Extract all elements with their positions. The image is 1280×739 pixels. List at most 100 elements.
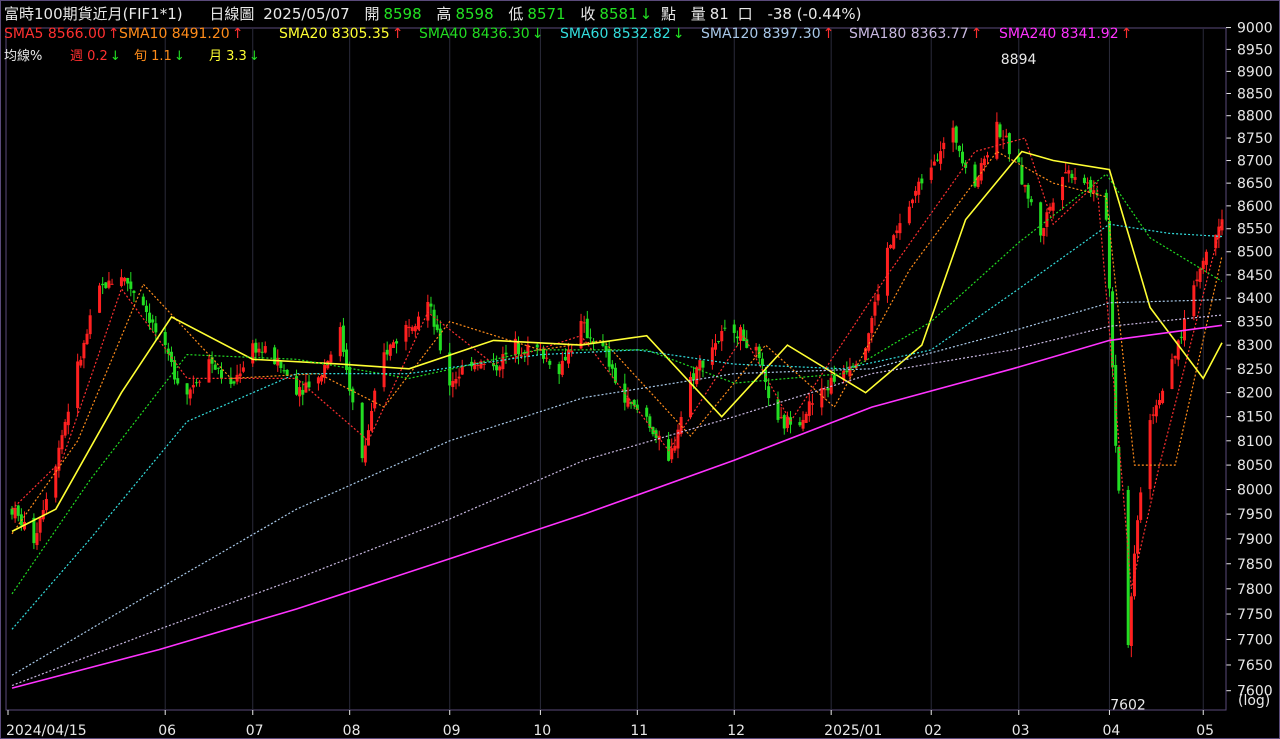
candle-body — [1170, 359, 1174, 389]
candle-body — [929, 167, 933, 180]
candle-body — [169, 351, 173, 362]
candle-body — [363, 445, 367, 463]
price-chart[interactable]: 7600765077007750780078507900795080008050… — [0, 0, 1280, 739]
candle-body — [648, 416, 652, 428]
candle-body — [1198, 268, 1202, 282]
candle-body — [38, 517, 42, 533]
candle-body — [1148, 420, 1152, 490]
candle-body — [1023, 184, 1027, 187]
candle-body — [216, 367, 220, 369]
x-tick-label: 10 — [533, 723, 551, 739]
candle-body — [451, 380, 455, 388]
candle-body — [110, 283, 114, 285]
candle-body — [163, 331, 167, 345]
candle-body — [16, 505, 20, 516]
candle-body — [810, 403, 814, 405]
candle-body — [104, 282, 108, 289]
candle-body — [739, 327, 743, 341]
candle-body — [951, 127, 955, 143]
candle-body — [498, 366, 502, 371]
candle-body — [695, 367, 699, 385]
candle-body — [1154, 405, 1158, 417]
point-label: 點 — [660, 5, 676, 23]
candle-body — [717, 341, 721, 343]
candle-body — [241, 367, 245, 372]
candle-body — [63, 421, 67, 436]
candle-body — [254, 342, 258, 353]
candle-body — [804, 413, 808, 423]
y-tick-label: 7650 — [1237, 658, 1273, 674]
candle-body — [745, 339, 749, 348]
candle-body — [279, 361, 283, 369]
y-tick-label: 9000 — [1237, 21, 1273, 37]
candle-body — [129, 281, 133, 289]
candle-body — [273, 347, 277, 365]
candle-body — [188, 389, 192, 399]
candle-body — [1017, 157, 1021, 163]
candle-body — [79, 359, 83, 366]
candle-body — [570, 350, 574, 353]
candle-body — [1086, 182, 1090, 184]
candle-body — [213, 364, 217, 370]
candle-body — [432, 309, 436, 327]
candle-body — [1173, 355, 1177, 359]
y-tick-label: 8200 — [1237, 386, 1273, 402]
candle-body — [760, 358, 764, 366]
candle-body — [1179, 336, 1183, 338]
candle-body — [144, 305, 148, 313]
candle-body — [1026, 184, 1030, 199]
close-value: 8581 — [599, 5, 652, 23]
candle-body — [454, 379, 458, 384]
candle-body — [1126, 489, 1130, 646]
quote-header: 富時100期貨近月(FIF1*1) 日線圖 2025/05/07 開 8598 高… — [4, 3, 865, 25]
candle-body — [867, 333, 871, 351]
candle-body — [1139, 492, 1143, 520]
candle-body — [101, 283, 105, 286]
candle-body — [998, 124, 1002, 138]
candle-body — [889, 244, 893, 249]
candle-body — [870, 317, 874, 333]
sma-legend-sma60: SMA60 8532.82 — [560, 26, 684, 42]
chart-kind: 日線圖 — [209, 5, 255, 23]
x-tick-label: 06 — [158, 723, 176, 739]
candle-body — [1042, 228, 1046, 237]
sma-line-sma60 — [11, 223, 1223, 630]
candle-body — [632, 399, 636, 406]
candlestick-series — [10, 112, 1224, 658]
candle-body — [176, 378, 180, 384]
candle-body — [939, 151, 943, 164]
candle-body — [898, 223, 902, 234]
candle-body — [1132, 553, 1136, 597]
open-label: 開 — [364, 5, 380, 23]
candle-body — [482, 363, 486, 365]
candle-body — [742, 329, 746, 342]
volume-value: 81 — [709, 5, 729, 23]
candle-body — [238, 373, 242, 377]
candle-body — [307, 381, 311, 388]
candle-body — [782, 415, 786, 429]
candle-body — [429, 303, 433, 307]
candle-body — [316, 377, 320, 384]
candle-body — [10, 508, 14, 515]
candle-body — [1089, 180, 1093, 193]
candle-body — [1082, 177, 1086, 184]
quote-date: 2025/05/07 — [263, 5, 350, 23]
candle-body — [185, 383, 189, 395]
candle-body — [219, 369, 223, 379]
candle-body — [416, 316, 420, 330]
candle-body — [935, 159, 939, 161]
candle-body — [713, 343, 717, 350]
candle-body — [1157, 399, 1161, 405]
candle-body — [1001, 139, 1005, 141]
open-value: 8598 — [383, 5, 422, 23]
candle-body — [701, 360, 705, 368]
candle-body — [457, 376, 461, 379]
candle-body — [1161, 390, 1165, 404]
candle-body — [567, 349, 571, 364]
candle-body — [119, 277, 123, 287]
candle-body — [154, 323, 158, 333]
low-label: 低 — [508, 5, 524, 23]
candle-body — [873, 301, 877, 316]
candle-body — [1004, 135, 1008, 138]
candle-body — [582, 322, 586, 324]
